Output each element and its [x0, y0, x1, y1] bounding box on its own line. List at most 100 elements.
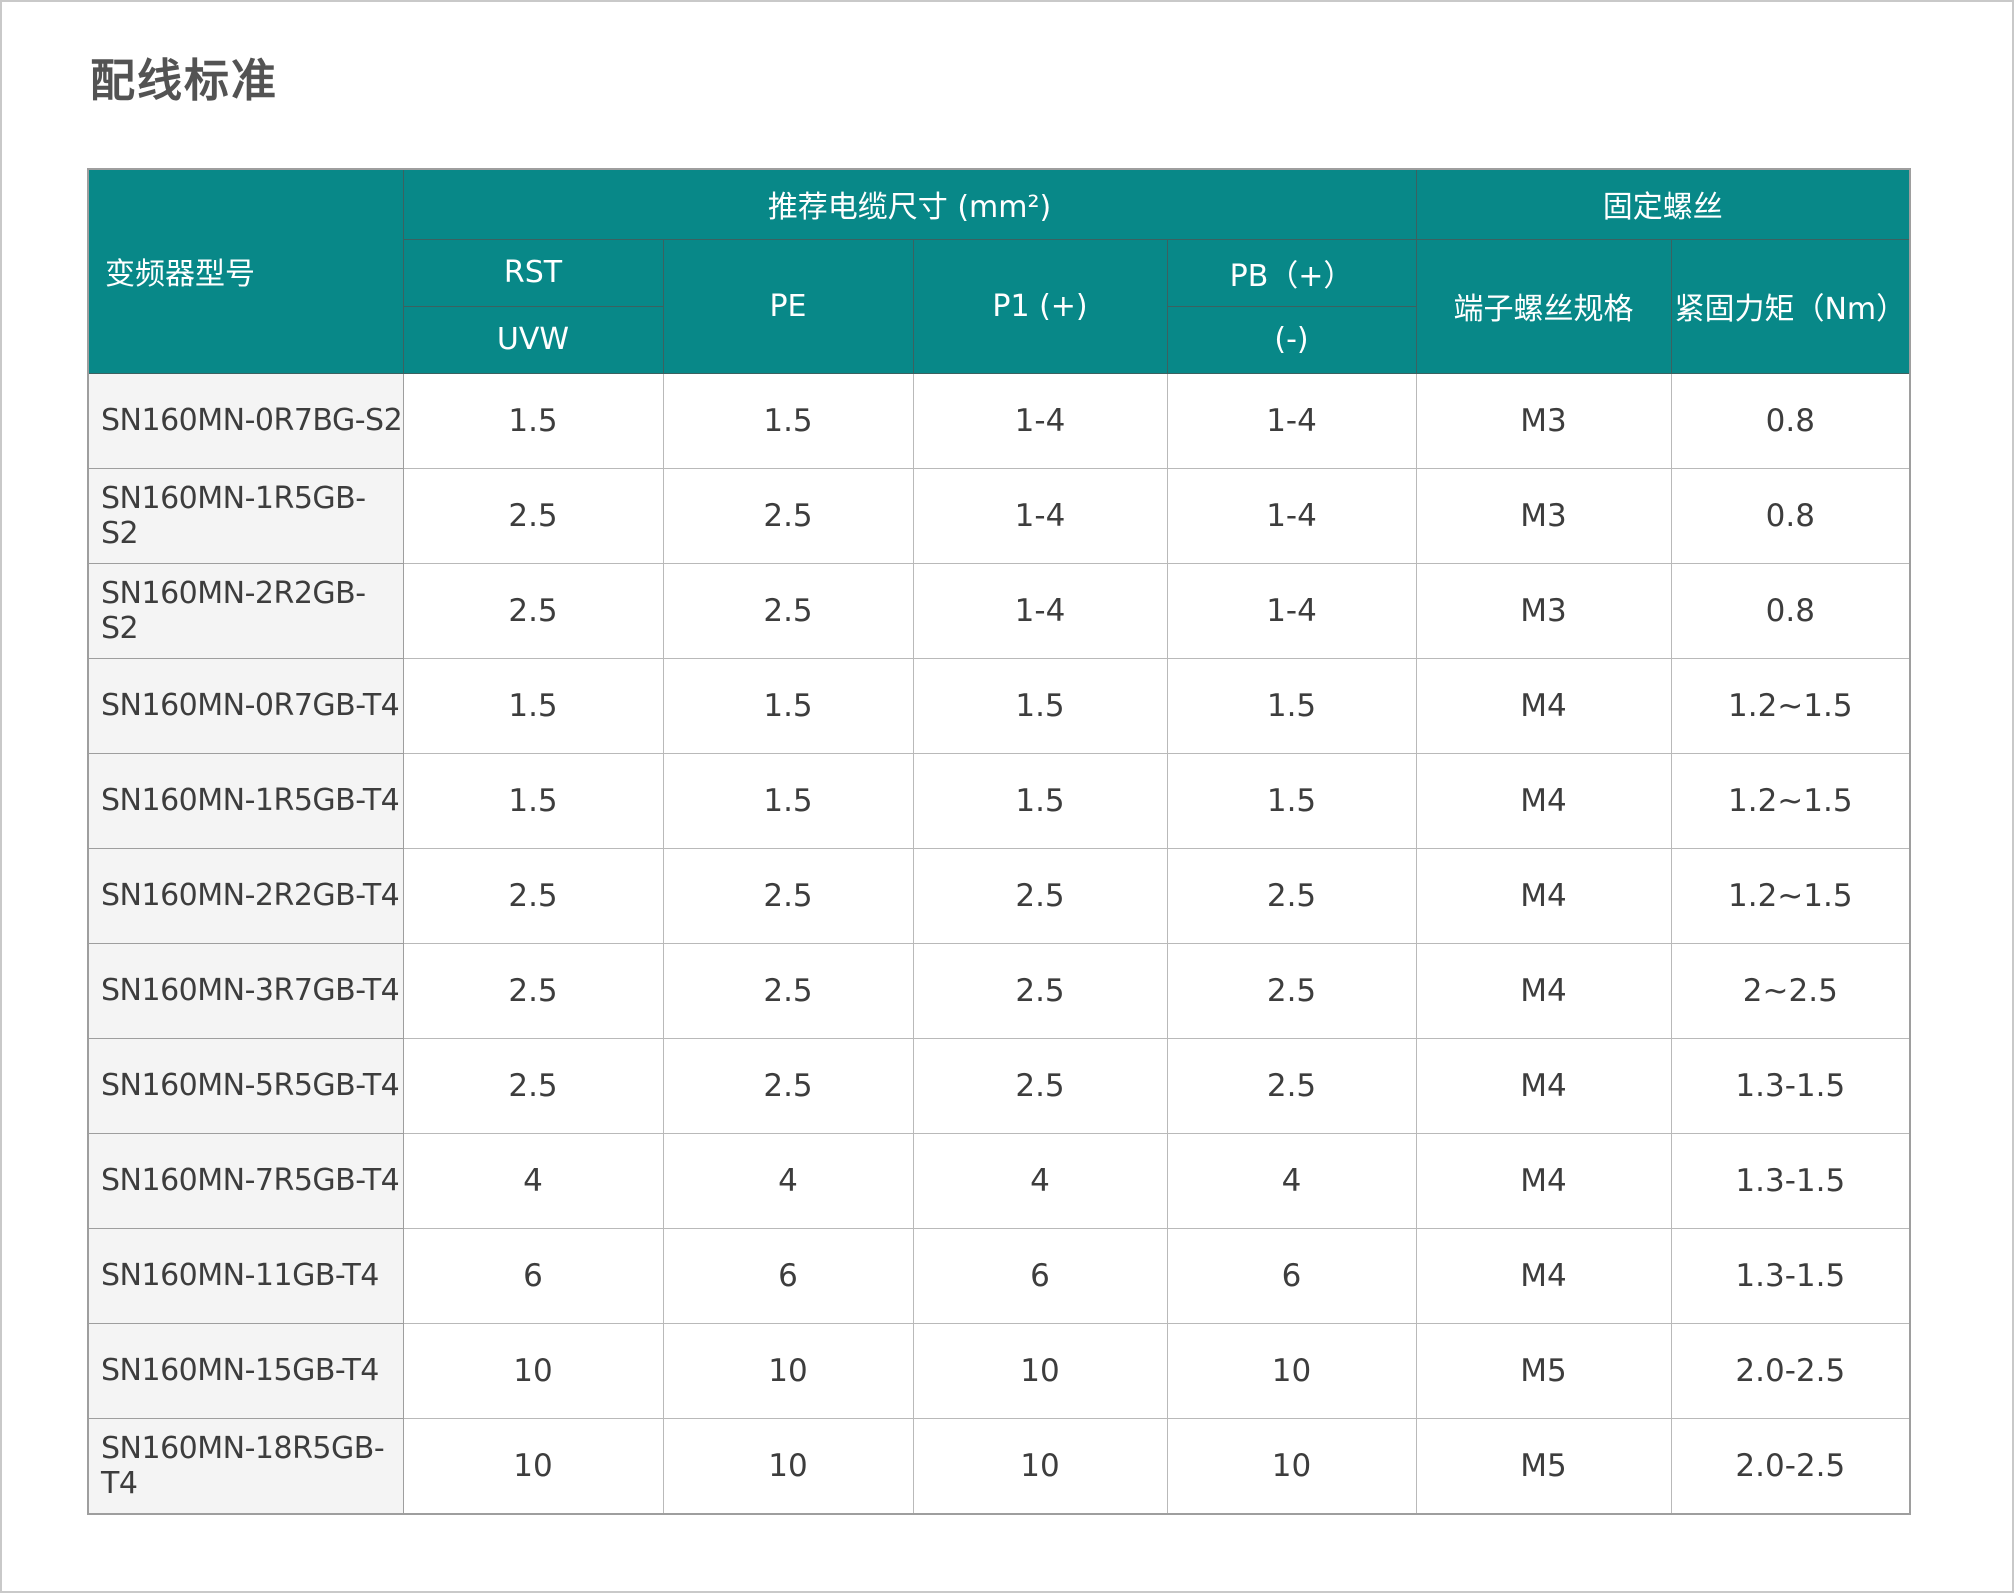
value-cell-pe: 2.5: [662, 847, 914, 944]
col-header-p1: P1 (+): [912, 238, 1168, 374]
value-cell-screw: M3: [1415, 467, 1672, 564]
value-cell-pe: 2.5: [662, 1037, 914, 1134]
value-cell-rst_uvw: 1.5: [402, 372, 664, 469]
table-row: SN160MN-18R5GB-T4 10 10 10 10 M5 2.0-2.5: [87, 1417, 1911, 1514]
model-cell: SN160MN-5R5GB-T4: [87, 1037, 404, 1134]
table-row: SN160MN-15GB-T4 10 10 10 10 M5 2.0-2.5: [87, 1322, 1911, 1419]
value-cell-screw: M4: [1415, 657, 1672, 754]
value-cell-torque: 1.2~1.5: [1670, 657, 1911, 754]
table-row: SN160MN-3R7GB-T4 2.5 2.5 2.5 2.5 M4 2~2.5: [87, 942, 1911, 1039]
table-row: SN160MN-1R5GB-S2 2.5 2.5 1-4 1-4 M3 0.8: [87, 467, 1911, 564]
table-body: SN160MN-0R7BG-S2 1.5 1.5 1-4 1-4 M3 0.8 SN160MN…: [87, 372, 1911, 1514]
col-header-pb-plus: PB（+）: [1166, 238, 1417, 307]
value-cell-screw: M4: [1415, 1132, 1672, 1229]
value-cell-pe: 1.5: [662, 752, 914, 849]
page-title: 配线标准: [90, 54, 279, 107]
value-cell-rst_uvw: 10: [402, 1322, 664, 1419]
table-row: SN160MN-0R7BG-S2 1.5 1.5 1-4 1-4 M3 0.8: [87, 372, 1911, 469]
value-cell-torque: 1.2~1.5: [1670, 847, 1911, 944]
value-cell-p1: 2.5: [912, 942, 1168, 1039]
value-cell-p1: 1.5: [912, 752, 1168, 849]
value-cell-screw: M4: [1415, 847, 1672, 944]
col-header-pb-minus: (-): [1166, 305, 1417, 374]
value-cell-p1: 1-4: [912, 562, 1168, 659]
col-header-inverter-model: 变频器型号: [87, 168, 404, 374]
model-cell: SN160MN-18R5GB-T4: [87, 1417, 404, 1514]
value-cell-pe: 10: [662, 1322, 914, 1419]
model-cell: SN160MN-3R7GB-T4: [87, 942, 404, 1039]
value-cell-pe: 2.5: [662, 562, 914, 659]
model-cell: SN160MN-1R5GB-S2: [87, 467, 404, 564]
value-cell-screw: M4: [1415, 942, 1672, 1039]
value-cell-pb: 1-4: [1166, 562, 1417, 659]
value-cell-rst_uvw: 2.5: [402, 1037, 664, 1134]
value-cell-screw: M4: [1415, 1037, 1672, 1134]
value-cell-rst_uvw: 1.5: [402, 752, 664, 849]
value-cell-pe: 2.5: [662, 467, 914, 564]
value-cell-torque: 1.3-1.5: [1670, 1227, 1911, 1324]
model-cell: SN160MN-2R2GB-S2: [87, 562, 404, 659]
value-cell-rst_uvw: 4: [402, 1132, 664, 1229]
col-group-fixing-screw: 固定螺丝: [1415, 168, 1911, 240]
value-cell-pb: 4: [1166, 1132, 1417, 1229]
col-header-terminal-screw-spec: 端子螺丝规格: [1415, 238, 1672, 374]
value-cell-rst_uvw: 6: [402, 1227, 664, 1324]
value-cell-torque: 2.0-2.5: [1670, 1417, 1911, 1514]
value-cell-rst_uvw: 2.5: [402, 562, 664, 659]
value-cell-pe: 6: [662, 1227, 914, 1324]
value-cell-p1: 4: [912, 1132, 1168, 1229]
value-cell-torque: 0.8: [1670, 562, 1911, 659]
table-row: SN160MN-0R7GB-T4 1.5 1.5 1.5 1.5 M4 1.2~1.5: [87, 657, 1911, 754]
value-cell-rst_uvw: 2.5: [402, 942, 664, 1039]
value-cell-pe: 10: [662, 1417, 914, 1514]
model-cell: SN160MN-0R7GB-T4: [87, 657, 404, 754]
value-cell-pb: 2.5: [1166, 847, 1417, 944]
value-cell-rst_uvw: 1.5: [402, 657, 664, 754]
value-cell-torque: 0.8: [1670, 372, 1911, 469]
model-cell: SN160MN-15GB-T4: [87, 1322, 404, 1419]
value-cell-pb: 2.5: [1166, 1037, 1417, 1134]
value-cell-p1: 2.5: [912, 847, 1168, 944]
value-cell-torque: 2~2.5: [1670, 942, 1911, 1039]
value-cell-rst_uvw: 2.5: [402, 847, 664, 944]
header-group-row: 变频器型号 推荐电缆尺寸 (mm²) 固定螺丝: [87, 168, 1911, 374]
value-cell-p1: 2.5: [912, 1037, 1168, 1134]
value-cell-pb: 1-4: [1166, 467, 1417, 564]
value-cell-pb: 1.5: [1166, 657, 1417, 754]
page: 配线标准 变频器型号 推荐电缆尺寸 (mm²) 固定螺丝 RST PE P1 (…: [0, 0, 2014, 1593]
table-row: SN160MN-2R2GB-S2 2.5 2.5 1-4 1-4 M3 0.8: [87, 562, 1911, 659]
value-cell-pe: 4: [662, 1132, 914, 1229]
value-cell-torque: 0.8: [1670, 467, 1911, 564]
value-cell-screw: M3: [1415, 562, 1672, 659]
value-cell-p1: 1.5: [912, 657, 1168, 754]
col-header-rst: RST: [402, 238, 664, 307]
value-cell-pb: 6: [1166, 1227, 1417, 1324]
col-group-cable-size: 推荐电缆尺寸 (mm²): [402, 168, 1417, 240]
value-cell-p1: 1-4: [912, 372, 1168, 469]
value-cell-torque: 2.0-2.5: [1670, 1322, 1911, 1419]
value-cell-p1: 10: [912, 1322, 1168, 1419]
value-cell-rst_uvw: 10: [402, 1417, 664, 1514]
model-cell: SN160MN-2R2GB-T4: [87, 847, 404, 944]
table-row: SN160MN-5R5GB-T4 2.5 2.5 2.5 2.5 M4 1.3-1.5: [87, 1037, 1911, 1134]
value-cell-pb: 10: [1166, 1322, 1417, 1419]
model-cell: SN160MN-0R7BG-S2: [87, 372, 404, 469]
value-cell-pe: 1.5: [662, 657, 914, 754]
value-cell-screw: M4: [1415, 752, 1672, 849]
wiring-spec-table: 变频器型号 推荐电缆尺寸 (mm²) 固定螺丝 RST PE P1 (+) PB…: [87, 168, 1912, 1515]
value-cell-screw: M5: [1415, 1322, 1672, 1419]
value-cell-torque: 1.3-1.5: [1670, 1037, 1911, 1134]
value-cell-torque: 1.3-1.5: [1670, 1132, 1911, 1229]
value-cell-torque: 1.2~1.5: [1670, 752, 1911, 849]
table-row: SN160MN-11GB-T4 6 6 6 6 M4 1.3-1.5: [87, 1227, 1911, 1324]
table-header: 变频器型号 推荐电缆尺寸 (mm²) 固定螺丝 RST PE P1 (+) PB…: [87, 168, 1911, 374]
value-cell-pb: 1-4: [1166, 372, 1417, 469]
col-header-tightening-torque: 紧固力矩（Nm）: [1670, 238, 1911, 374]
table-row: SN160MN-7R5GB-T4 4 4 4 4 M4 1.3-1.5: [87, 1132, 1911, 1229]
value-cell-pe: 2.5: [662, 942, 914, 1039]
table-row: SN160MN-2R2GB-T4 2.5 2.5 2.5 2.5 M4 1.2~1.5: [87, 847, 1911, 944]
model-cell: SN160MN-11GB-T4: [87, 1227, 404, 1324]
value-cell-p1: 10: [912, 1417, 1168, 1514]
value-cell-pb: 10: [1166, 1417, 1417, 1514]
value-cell-screw: M5: [1415, 1417, 1672, 1514]
